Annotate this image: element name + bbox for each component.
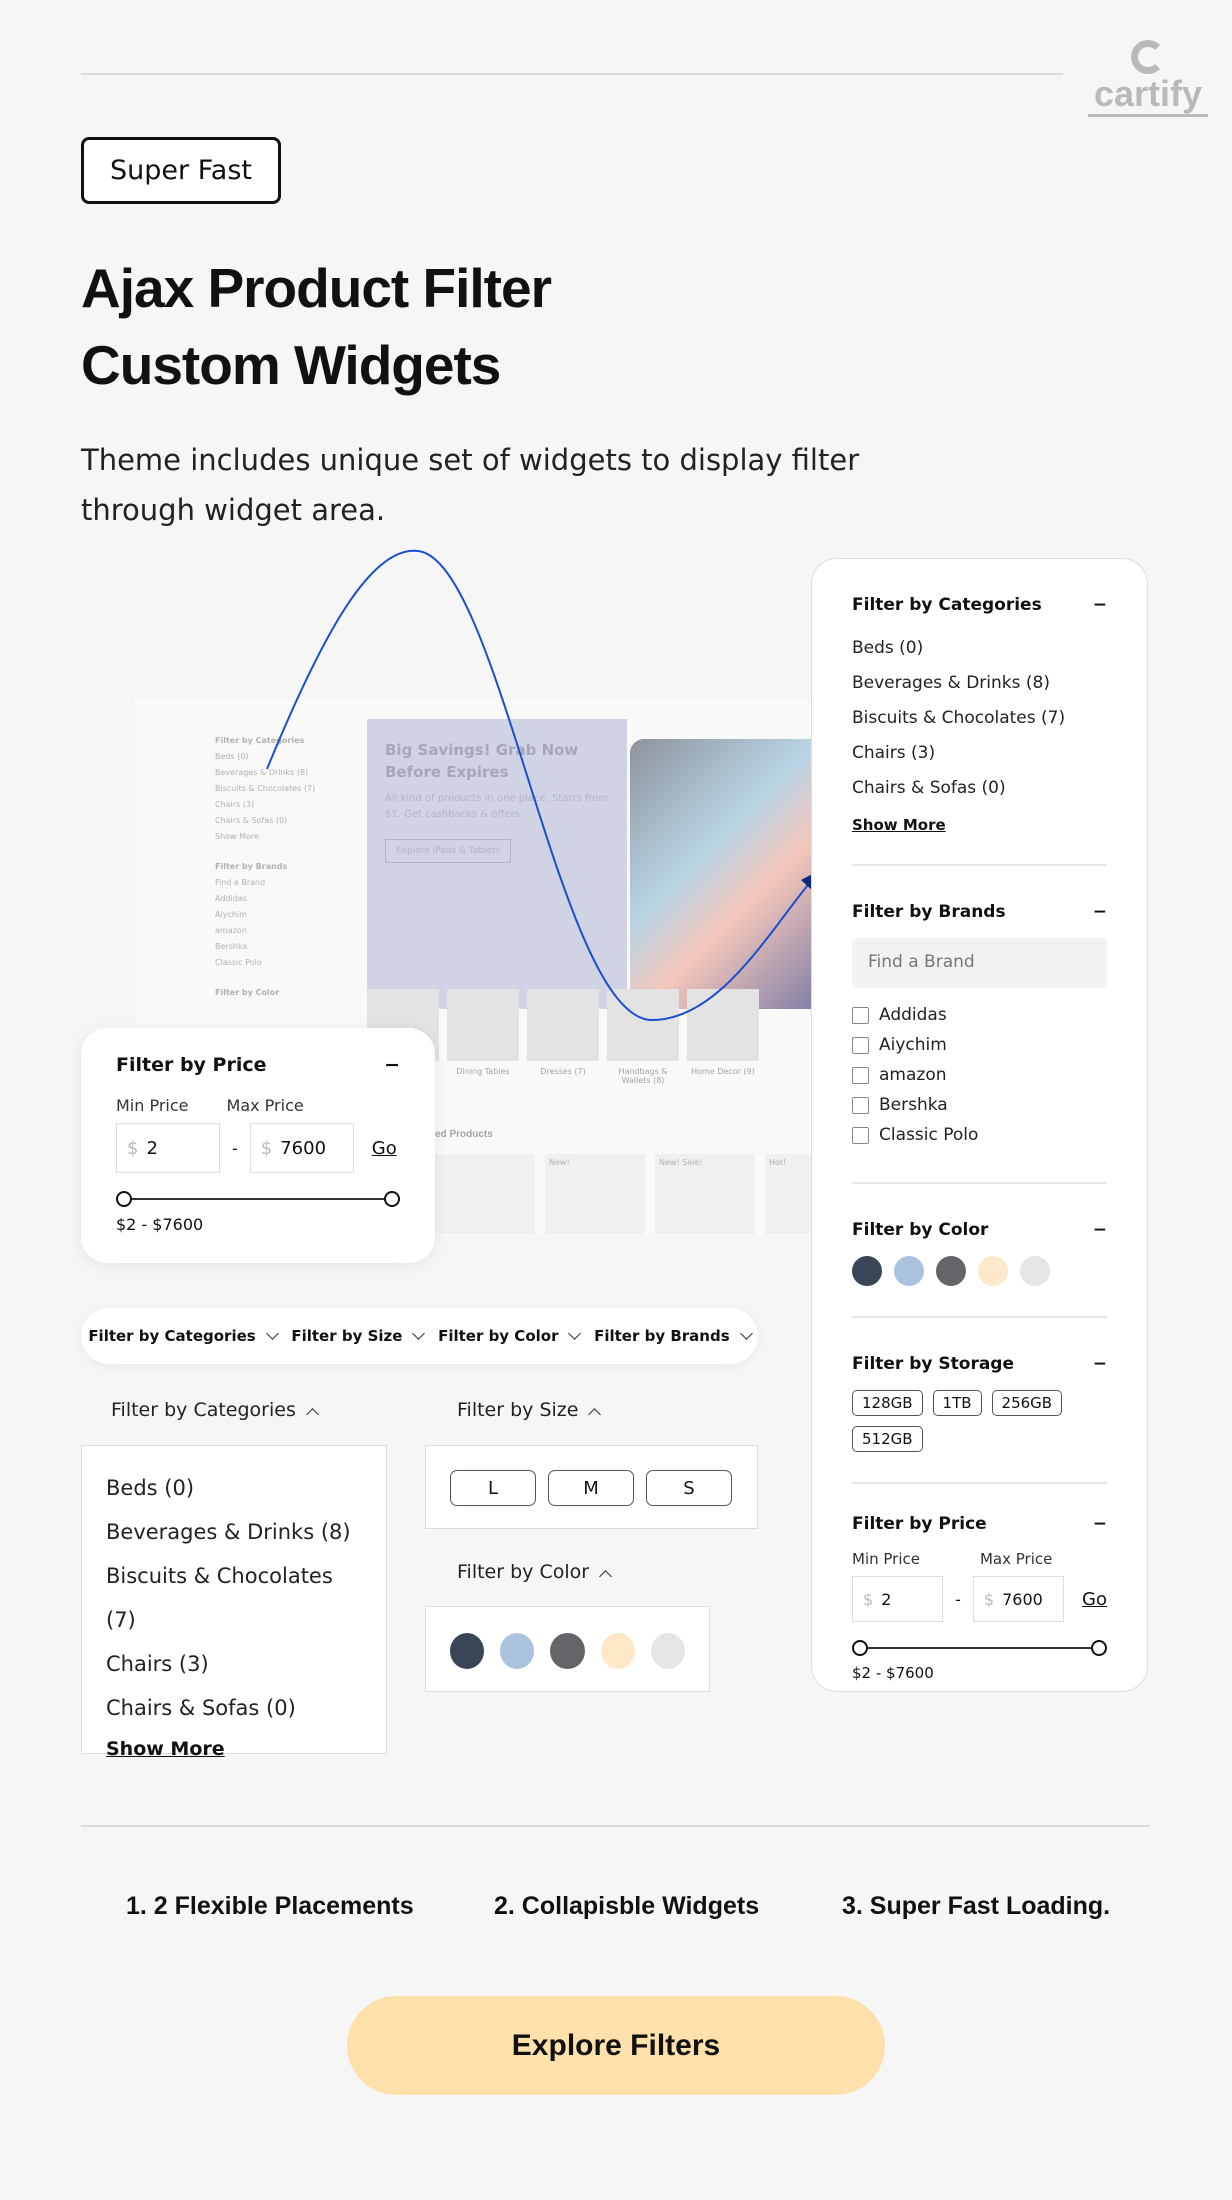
brand-label: Aiychim	[879, 1035, 947, 1055]
checkbox[interactable]	[852, 1066, 869, 1084]
category-item[interactable]: Beds (0)	[106, 1466, 362, 1510]
category-item[interactable]: Chairs & Sofas (0)	[852, 771, 1107, 806]
hbar-filter-1[interactable]: Filter by Size	[291, 1327, 426, 1345]
collapse-icon[interactable]: −	[1093, 595, 1107, 615]
max-handle[interactable]	[384, 1191, 400, 1207]
brand-checkbox[interactable]: Aiychim	[852, 1030, 1107, 1060]
storage-chip[interactable]: 128GB	[852, 1390, 923, 1416]
chevron-down-icon	[412, 1327, 426, 1340]
color-swatch[interactable]	[600, 1633, 635, 1669]
color-swatch[interactable]	[500, 1633, 535, 1669]
category-item[interactable]: Biscuits & Chocolates (7)	[852, 701, 1107, 736]
color-swatch[interactable]	[894, 1256, 924, 1286]
brand-checkbox[interactable]: Louis Vuitton	[852, 1150, 1107, 1152]
categories-dropdown: Beds (0) Beverages & Drinks (8) Biscuits &…	[81, 1445, 387, 1760]
sidebar-filter-panel: Filter by Categories − Beds (0) Beverages …	[811, 558, 1148, 1692]
brand-label: Bershka	[879, 1095, 948, 1115]
color-section: Filter by Color −	[852, 1184, 1107, 1318]
size-dropdown: LMS	[425, 1445, 758, 1529]
chevron-down-icon	[568, 1327, 582, 1340]
category-item[interactable]: Chairs & Sofas (0)	[106, 1686, 362, 1730]
min-price-input[interactable]: $2	[116, 1123, 220, 1173]
checkbox[interactable]	[852, 1126, 869, 1144]
divider	[81, 1825, 1150, 1827]
hbar-filter-0[interactable]: Filter by Categories	[88, 1327, 279, 1345]
brand-checkbox[interactable]: Addidas	[852, 1000, 1107, 1030]
category-item[interactable]: Biscuits & Chocolates (7)	[106, 1554, 362, 1642]
color-dropdown-toggle[interactable]: Filter by Color	[457, 1561, 612, 1583]
size-option[interactable]: S	[646, 1470, 732, 1506]
brands-section: Filter by Brands − Find a Brand Addidas Ai…	[852, 866, 1107, 1184]
category-item[interactable]: Chairs (3)	[852, 736, 1107, 771]
brand-checkbox[interactable]: amazon	[852, 1060, 1107, 1090]
brand-label: amazon	[879, 1065, 947, 1085]
category-item[interactable]: Chairs (3)	[106, 1642, 362, 1686]
collapse-icon[interactable]: −	[1093, 902, 1107, 922]
brand-checkbox[interactable]: Bershka	[852, 1090, 1107, 1120]
filter-label: Filter by Size	[291, 1327, 403, 1345]
category-item[interactable]: Beverages & Drinks (8)	[106, 1510, 362, 1554]
max-price-input[interactable]: $7600	[972, 1576, 1065, 1622]
filter-label: Filter by Color	[438, 1327, 559, 1345]
collapse-icon[interactable]: −	[384, 1054, 400, 1076]
brand-search-input[interactable]: Find a Brand	[852, 938, 1107, 988]
brand-label: Classic Polo	[879, 1125, 979, 1145]
feature-3: 3. Super Fast Loading.	[842, 1892, 1111, 1920]
chevron-down-icon	[265, 1327, 279, 1340]
min-price-input[interactable]: $2	[852, 1576, 944, 1622]
price-filter-widget: Filter by Price − Min Price Max Price $2 -…	[81, 1028, 435, 1263]
color-dropdown	[425, 1606, 710, 1692]
brand-checkbox[interactable]: Classic Polo	[852, 1120, 1107, 1150]
checkbox[interactable]	[852, 1036, 869, 1054]
filter-label: Filter by Categories	[88, 1327, 256, 1345]
go-button[interactable]: Go	[372, 1138, 397, 1159]
horizontal-filter-bar: Filter by Categories Filter by Size Filter…	[81, 1308, 758, 1364]
category-item[interactable]: Beds (0)	[852, 631, 1107, 666]
color-swatch[interactable]	[852, 1256, 882, 1286]
price-slider[interactable]	[116, 1191, 400, 1207]
show-more-link[interactable]: Show More	[106, 1738, 362, 1760]
chevron-down-icon	[739, 1327, 753, 1340]
category-item[interactable]: Beverages & Drinks (8)	[852, 666, 1107, 701]
price-range: $2 - $7600	[116, 1215, 204, 1234]
color-swatch[interactable]	[1020, 1256, 1050, 1286]
color-swatch[interactable]	[936, 1256, 966, 1286]
filter-label: Filter by Brands	[594, 1327, 730, 1345]
collapse-icon[interactable]: −	[1093, 1354, 1107, 1374]
storage-chip[interactable]: 256GB	[991, 1390, 1063, 1416]
go-button[interactable]: Go	[1082, 1589, 1107, 1610]
color-swatch[interactable]	[978, 1256, 1008, 1286]
storage-chip[interactable]: 1TB	[932, 1390, 982, 1416]
color-swatch[interactable]	[450, 1633, 485, 1669]
size-dropdown-toggle[interactable]: Filter by Size	[457, 1399, 602, 1421]
min-handle[interactable]	[116, 1191, 132, 1207]
explore-filters-button[interactable]: Explore Filters	[347, 1996, 885, 2095]
brand-label: Louis Vuitton	[879, 1150, 989, 1152]
categories-section: Filter by Categories − Beds (0) Beverages …	[852, 559, 1107, 866]
price-section: Filter by Price − Min Price Max Price $2 -…	[852, 1514, 1107, 1682]
price-slider[interactable]	[852, 1640, 1107, 1656]
collapse-icon[interactable]: −	[1093, 1220, 1107, 1240]
size-option[interactable]: L	[450, 1470, 536, 1506]
storage-chip[interactable]: 512GB	[852, 1426, 923, 1452]
collapse-icon[interactable]: −	[1093, 1514, 1107, 1534]
color-swatch[interactable]	[650, 1633, 686, 1669]
show-more-link[interactable]: Show More	[852, 816, 1107, 834]
checkbox[interactable]	[852, 1006, 869, 1024]
categories-dropdown-toggle[interactable]: Filter by Categories	[111, 1399, 319, 1421]
size-option[interactable]: M	[548, 1470, 634, 1506]
max-price-input[interactable]: $7600	[249, 1123, 354, 1173]
hbar-filter-3[interactable]: Filter by Brands	[594, 1327, 753, 1345]
hbar-filter-2[interactable]: Filter by Color	[438, 1327, 582, 1345]
color-swatch[interactable]	[550, 1633, 585, 1669]
feature-2: 2. Collapisble Widgets	[494, 1892, 760, 1920]
storage-section: Filter by Storage − 128GB 1TB 256GB 512GB	[852, 1318, 1107, 1484]
feature-1: 1. 2 Flexible Placements	[126, 1892, 414, 1920]
checkbox[interactable]	[852, 1096, 869, 1114]
brand-label: Addidas	[879, 1005, 947, 1025]
